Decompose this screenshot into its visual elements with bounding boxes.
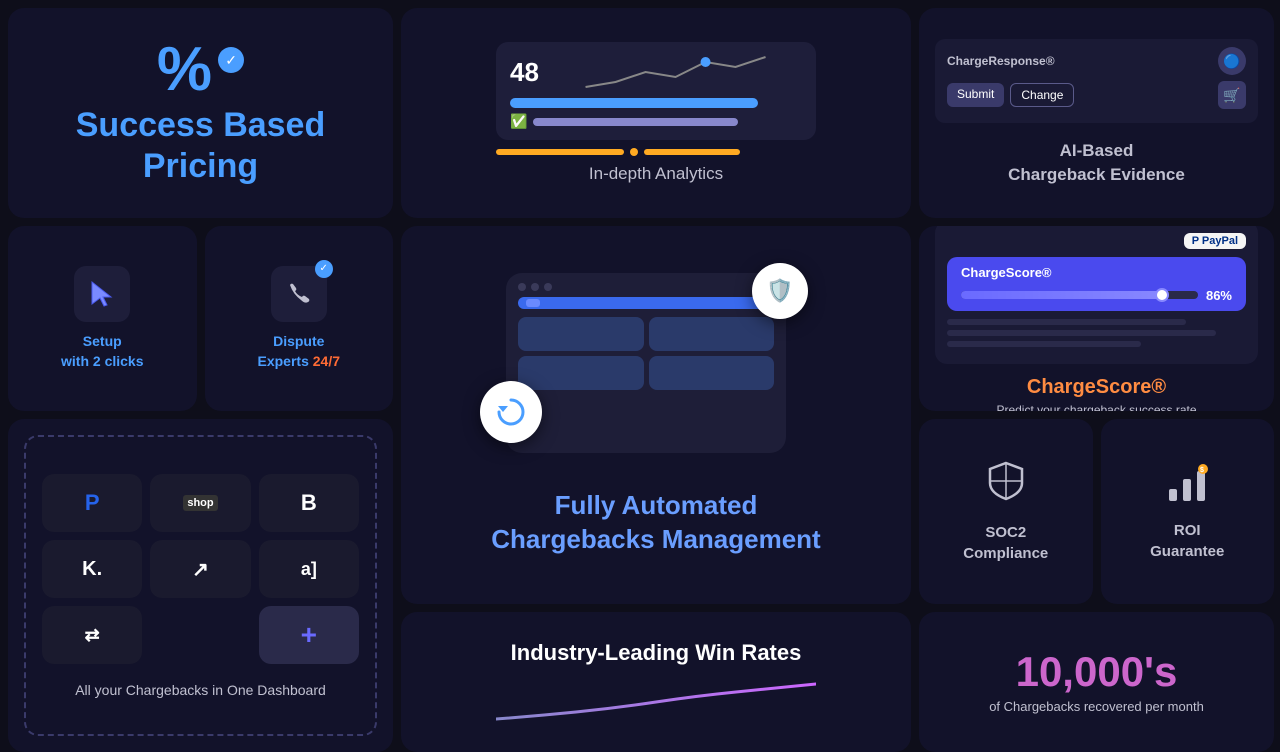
integrations-grid: P shop B K. ↗ a — [42, 474, 359, 664]
plus-integration[interactable]: + — [259, 606, 359, 664]
roi-label: ROI Guarantee — [1150, 520, 1224, 562]
pricing-card: % ✓ Success Based Pricing — [8, 8, 393, 218]
score-label: ChargeScore® — [961, 265, 1052, 280]
phone-icon-box: ✓ — [271, 266, 327, 322]
integrations-card: P shop B K. ↗ a — [8, 419, 393, 752]
bracket-integration: a] — [259, 540, 359, 598]
paypal-integration: P — [42, 474, 142, 532]
refresh-icon — [495, 396, 527, 428]
chargescore-card: P PayPal ChargeScore® 86% — [919, 226, 1274, 411]
braintree-integration: B — [259, 474, 359, 532]
soc2-icon — [984, 459, 1028, 503]
ai-title: AI-Based Chargeback Evidence — [1008, 139, 1185, 187]
chargescore-visual: P PayPal ChargeScore® 86% — [935, 226, 1258, 364]
exchange-integration: ⇄ — [42, 606, 142, 664]
svg-text:$: $ — [1200, 467, 1204, 474]
klarna-integration: K. — [42, 540, 142, 598]
shopify-integration: shop — [150, 474, 250, 532]
change-btn[interactable]: Change — [1010, 83, 1074, 107]
app-window: 🛡️ — [506, 273, 786, 453]
phone-icon — [285, 280, 313, 308]
soc2-card: SOC2 Compliance — [919, 419, 1093, 604]
chargescore-title: ChargeScore® — [1027, 376, 1166, 399]
refresh-badge — [480, 381, 542, 443]
integrations-inner: P shop B K. ↗ a — [24, 435, 377, 736]
roi-chart-icon: $ — [1165, 461, 1209, 505]
win-rates-card: Industry-Leading Win Rates — [401, 612, 911, 752]
setup-label: Setup with 2 clicks — [61, 332, 144, 371]
paypal-badge: P PayPal — [1184, 233, 1246, 249]
automated-card: 🛡️ Fully Automated Chargebacks Managemen… — [401, 226, 911, 604]
thousands-number: 10,000's — [1016, 651, 1178, 693]
submit-btn[interactable]: Submit — [947, 83, 1004, 107]
dispute-card: ✓ Dispute Experts 24/7 — [205, 226, 394, 411]
roi-icon: $ — [1165, 461, 1209, 510]
shield-badge: 🛡️ — [752, 263, 808, 319]
ai-evidence-card: ChargeResponse® 🔵 Submit Change 🛒 AI-Bas… — [919, 8, 1274, 218]
shield-soc-icon — [984, 459, 1028, 512]
window-content — [506, 297, 786, 390]
automated-visual: 🛡️ — [506, 273, 806, 473]
window-grid — [518, 317, 774, 390]
cursor-icon — [86, 278, 118, 310]
window-dots — [506, 273, 786, 297]
analytics-number: 48 — [510, 57, 539, 88]
check-badge: ✓ — [218, 47, 244, 73]
analytics-card: 48 ✅ In- — [401, 8, 911, 218]
win-rates-title: Industry-Leading Win Rates — [511, 640, 802, 666]
analytics-curve-svg — [549, 52, 802, 92]
win-rates-curve — [496, 674, 816, 724]
charge-response-label: ChargeResponse® — [947, 54, 1055, 68]
basket-icon: 🛒 — [1218, 81, 1246, 109]
score-value: 86% — [1206, 288, 1232, 303]
pricing-title: Success Based Pricing — [76, 105, 326, 187]
ai-buttons: Submit Change — [947, 83, 1074, 107]
cursor-icon-box — [74, 266, 130, 322]
soc-roi-container: SOC2 Compliance $ ROI Guarantee — [919, 419, 1274, 604]
soc2-label: SOC2 Compliance — [963, 522, 1048, 564]
score-box: ChargeScore® 86% — [947, 257, 1246, 311]
automated-title: Fully Automated Chargebacks Management — [491, 489, 820, 557]
analytics-label: In-depth Analytics — [589, 164, 723, 184]
chargescore-subtitle: Predict your chargeback success rate — [996, 403, 1196, 412]
ai-icon: 🔵 — [1218, 47, 1246, 75]
main-grid: % ✓ Success Based Pricing 48 — [0, 0, 1280, 720]
ai-visual: ChargeResponse® 🔵 Submit Change 🛒 — [935, 39, 1258, 129]
arrow-integration: ↗ — [150, 540, 250, 598]
roi-card: $ ROI Guarantee — [1101, 419, 1275, 604]
analytics-visual: 48 ✅ — [496, 42, 816, 164]
integrations-label: All your Chargebacks in One Dashboard — [75, 680, 326, 701]
dispute-label: Dispute Experts 24/7 — [258, 332, 341, 371]
thousands-card: 10,000's of Chargebacks recovered per mo… — [919, 612, 1274, 752]
setup-card: Setup with 2 clicks — [8, 226, 197, 411]
setup-dispute-container: Setup with 2 clicks ✓ Dispute Experts 24… — [8, 226, 393, 411]
check-badge-dispute: ✓ — [315, 260, 333, 278]
thousands-subtitle: of Chargebacks recovered per month — [989, 699, 1204, 714]
percent-symbol: % — [157, 39, 212, 101]
